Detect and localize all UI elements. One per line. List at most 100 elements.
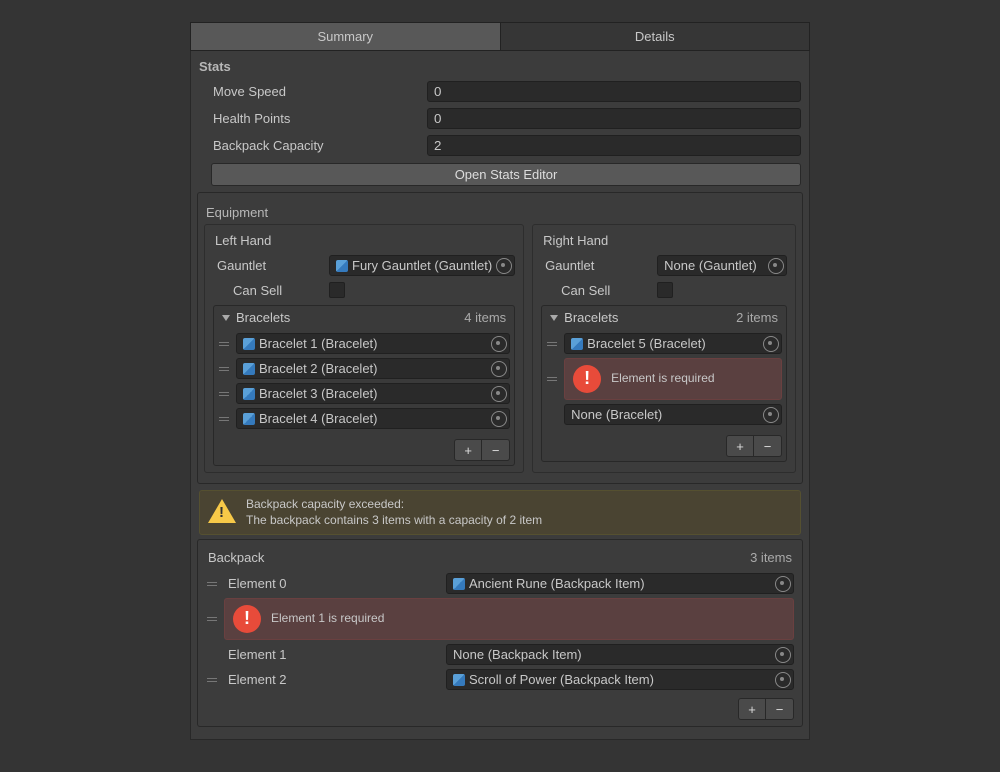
error-message: Element 1 is required xyxy=(224,598,794,640)
object-picker-icon[interactable] xyxy=(491,386,507,402)
drag-handle-icon[interactable] xyxy=(218,342,230,346)
list-item: Element is required xyxy=(546,356,782,402)
error-icon xyxy=(573,365,601,393)
add-button[interactable]: + xyxy=(726,435,754,457)
list-item[interactable]: Bracelet 3 (Bracelet) xyxy=(218,381,510,406)
bracelet-field[interactable]: Bracelet 3 (Bracelet) xyxy=(236,383,510,404)
left-gauntlet-field[interactable]: Fury Gauntlet (Gauntlet) xyxy=(329,255,515,276)
element1-field[interactable]: None (Backpack Item) xyxy=(446,644,794,665)
inspector-panel: Stats Move Speed Health Points Backpack … xyxy=(190,51,810,740)
left-cansell-checkbox[interactable] xyxy=(329,282,345,298)
right-bracelets-list: Bracelets 2 items Bracelet 5 (Bracelet) xyxy=(541,305,787,462)
bracelet-field[interactable]: Bracelet 4 (Bracelet) xyxy=(236,408,510,429)
element0-label: Element 0 xyxy=(224,576,440,591)
object-picker-icon[interactable] xyxy=(491,336,507,352)
right-hand-panel: Right Hand Gauntlet None (Gauntlet) Can … xyxy=(532,224,796,473)
list-item[interactable]: Element 1 None (Backpack Item) xyxy=(198,642,802,667)
right-hand-title: Right Hand xyxy=(537,229,791,252)
object-picker-icon[interactable] xyxy=(496,258,512,274)
object-picker-icon[interactable] xyxy=(768,258,784,274)
list-item[interactable]: Element 0 Ancient Rune (Backpack Item) xyxy=(198,571,802,596)
prefab-icon xyxy=(453,674,465,686)
backpack-title: Backpack xyxy=(208,550,750,565)
error-text: Element 1 is required xyxy=(271,611,384,627)
tab-summary[interactable]: Summary xyxy=(191,23,501,50)
drag-handle-icon[interactable] xyxy=(546,342,558,346)
object-picker-icon[interactable] xyxy=(763,336,779,352)
remove-button[interactable]: − xyxy=(482,439,510,461)
element2-value: Scroll of Power (Backpack Item) xyxy=(469,672,654,687)
list-item[interactable]: Bracelet 4 (Bracelet) xyxy=(218,406,510,431)
left-gauntlet-label: Gauntlet xyxy=(213,258,329,273)
left-hand-panel: Left Hand Gauntlet Fury Gauntlet (Gauntl… xyxy=(204,224,524,473)
remove-button[interactable]: − xyxy=(754,435,782,457)
right-bracelets-header[interactable]: Bracelets 2 items xyxy=(542,306,786,329)
list-item[interactable]: Bracelet 2 (Bracelet) xyxy=(218,356,510,381)
right-cansell-checkbox[interactable] xyxy=(657,282,673,298)
left-bracelets-count: 4 items xyxy=(464,310,506,325)
left-bracelets-header[interactable]: Bracelets 4 items xyxy=(214,306,514,329)
add-button[interactable]: + xyxy=(738,698,766,720)
foldout-icon xyxy=(550,315,558,321)
health-points-input[interactable] xyxy=(427,108,801,129)
equipment-panel: Equipment Left Hand Gauntlet Fury Gauntl… xyxy=(197,192,803,484)
tabs: Summary Details xyxy=(190,22,810,51)
right-gauntlet-field[interactable]: None (Gauntlet) xyxy=(657,255,787,276)
prefab-icon xyxy=(336,260,348,272)
remove-button[interactable]: − xyxy=(766,698,794,720)
health-points-label: Health Points xyxy=(199,111,427,126)
warning-message: Backpack capacity exceeded: The backpack… xyxy=(199,490,801,535)
element1-label: Element 1 xyxy=(224,647,440,662)
error-message: Element is required xyxy=(564,358,782,400)
backpack-capacity-input[interactable] xyxy=(427,135,801,156)
drag-handle-icon[interactable] xyxy=(206,582,218,586)
foldout-icon xyxy=(222,315,230,321)
list-item[interactable]: Bracelet 1 (Bracelet) xyxy=(218,331,510,356)
drag-handle-icon[interactable] xyxy=(206,617,218,621)
bracelet-field[interactable]: Bracelet 2 (Bracelet) xyxy=(236,358,510,379)
list-item[interactable]: Element 2 Scroll of Power (Backpack Item… xyxy=(198,667,802,692)
bracelet-value: Bracelet 5 (Bracelet) xyxy=(587,336,706,351)
prefab-icon xyxy=(243,413,255,425)
error-text: Element is required xyxy=(611,371,714,387)
bracelet-field[interactable]: Bracelet 5 (Bracelet) xyxy=(564,333,782,354)
left-bracelets-list: Bracelets 4 items Bracelet 1 (Bracelet) B… xyxy=(213,305,515,466)
left-bracelets-title: Bracelets xyxy=(236,310,464,325)
object-picker-icon[interactable] xyxy=(763,407,779,423)
right-gauntlet-value: None (Gauntlet) xyxy=(664,258,757,273)
element0-value: Ancient Rune (Backpack Item) xyxy=(469,576,645,591)
add-button[interactable]: + xyxy=(454,439,482,461)
drag-handle-icon[interactable] xyxy=(218,367,230,371)
bracelet-value: Bracelet 2 (Bracelet) xyxy=(259,361,378,376)
right-gauntlet-label: Gauntlet xyxy=(541,258,657,273)
prefab-icon xyxy=(243,338,255,350)
drag-handle-icon[interactable] xyxy=(218,392,230,396)
list-item[interactable]: Bracelet 5 (Bracelet) xyxy=(546,331,782,356)
list-item[interactable]: None (Bracelet) xyxy=(546,402,782,427)
bracelet-value: Bracelet 4 (Bracelet) xyxy=(259,411,378,426)
object-picker-icon[interactable] xyxy=(491,361,507,377)
bracelet-value: None (Bracelet) xyxy=(571,407,662,422)
tab-details[interactable]: Details xyxy=(501,23,810,50)
bracelet-field[interactable]: None (Bracelet) xyxy=(564,404,782,425)
object-picker-icon[interactable] xyxy=(775,576,791,592)
warning-line2: The backpack contains 3 items with a cap… xyxy=(246,513,542,529)
drag-handle-icon[interactable] xyxy=(218,417,230,421)
element2-field[interactable]: Scroll of Power (Backpack Item) xyxy=(446,669,794,690)
drag-handle-icon[interactable] xyxy=(546,377,558,381)
bracelet-field[interactable]: Bracelet 1 (Bracelet) xyxy=(236,333,510,354)
element0-field[interactable]: Ancient Rune (Backpack Item) xyxy=(446,573,794,594)
element1-value: None (Backpack Item) xyxy=(453,647,582,662)
move-speed-input[interactable] xyxy=(427,81,801,102)
backpack-panel: Backpack 3 items Element 0 Ancient Rune … xyxy=(197,539,803,727)
left-cansell-label: Can Sell xyxy=(213,283,329,298)
object-picker-icon[interactable] xyxy=(775,672,791,688)
left-gauntlet-value: Fury Gauntlet (Gauntlet) xyxy=(352,258,492,273)
right-bracelets-count: 2 items xyxy=(736,310,778,325)
warning-line1: Backpack capacity exceeded: xyxy=(246,497,542,513)
drag-handle-icon[interactable] xyxy=(206,678,218,682)
object-picker-icon[interactable] xyxy=(491,411,507,427)
open-stats-editor-button[interactable]: Open Stats Editor xyxy=(211,163,801,186)
move-speed-label: Move Speed xyxy=(199,84,427,99)
object-picker-icon[interactable] xyxy=(775,647,791,663)
